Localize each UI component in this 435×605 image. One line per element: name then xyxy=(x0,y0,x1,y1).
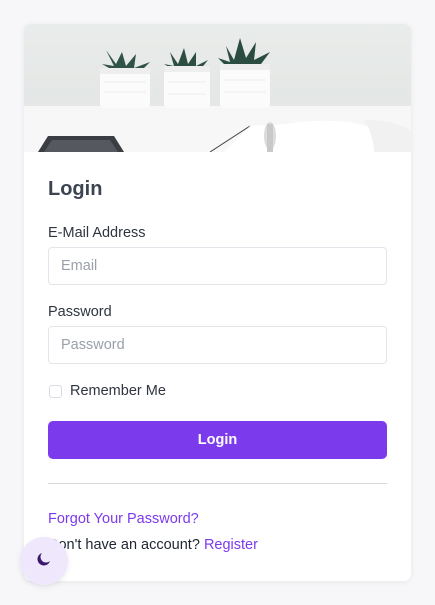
remember-me-checkbox[interactable] xyxy=(49,385,62,398)
register-prompt: Don't have an account? Register xyxy=(48,537,258,553)
email-field[interactable] xyxy=(48,247,387,285)
no-account-text: Don't have an account? xyxy=(48,537,200,553)
theme-toggle-button[interactable] xyxy=(20,537,68,585)
forgot-password-link[interactable]: Forgot Your Password? xyxy=(48,511,199,527)
password-label: Password xyxy=(48,304,112,320)
moon-icon xyxy=(35,550,53,573)
login-button[interactable]: Login xyxy=(48,421,387,459)
remember-me-label[interactable]: Remember Me xyxy=(70,383,166,399)
divider xyxy=(48,483,387,484)
password-field[interactable] xyxy=(48,326,387,364)
login-card: Login E-Mail Address Password Remember M… xyxy=(24,24,411,581)
page-title: Login xyxy=(48,178,103,200)
register-link[interactable]: Register xyxy=(204,537,258,553)
hero-image xyxy=(24,24,411,152)
email-label: E-Mail Address xyxy=(48,225,146,241)
